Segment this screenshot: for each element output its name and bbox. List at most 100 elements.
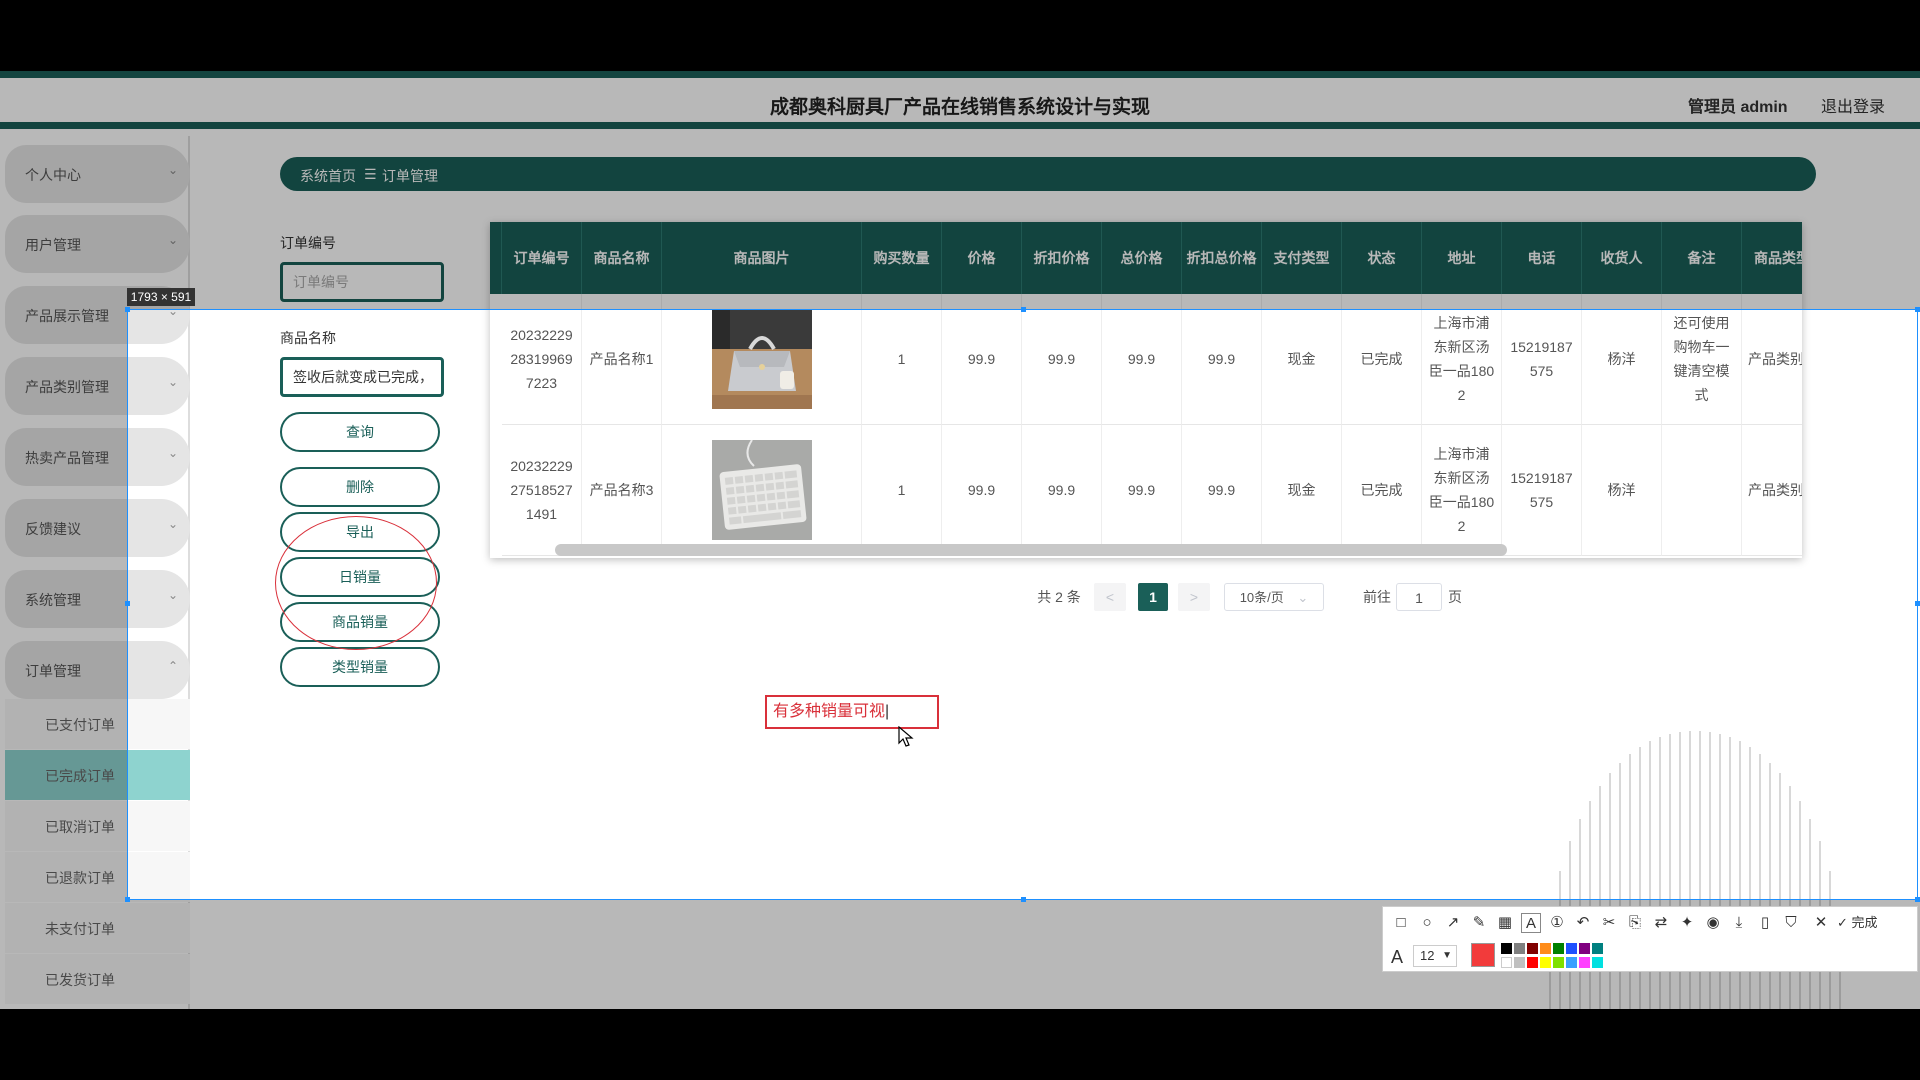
color-swatch[interactable]	[1592, 943, 1603, 954]
column-header[interactable]: 状态	[1342, 222, 1422, 294]
sidebar-subitem-unpaid[interactable]: 未支付订单	[5, 903, 190, 953]
sidebar-item-label: 订单管理	[25, 663, 81, 679]
undo-icon[interactable]: ↶	[1573, 913, 1593, 933]
color-swatch[interactable]	[1592, 957, 1603, 968]
annotation-text: 有多种销量可视	[773, 703, 886, 720]
color-swatch[interactable]	[1514, 957, 1525, 968]
column-header[interactable]: 支付类型	[1262, 222, 1342, 294]
column-header[interactable]: 备注	[1662, 222, 1742, 294]
resize-handle[interactable]	[1021, 307, 1026, 312]
sidebar-subitem-label: 已支付订单	[45, 717, 115, 733]
sidebar-item-label: 产品展示管理	[25, 308, 109, 324]
resize-handle[interactable]	[1021, 897, 1026, 902]
done-label: 完成	[1851, 915, 1878, 930]
sidebar-item-users[interactable]: 用户管理 ⌄	[5, 215, 190, 273]
column-header[interactable]: 折扣总价格	[1182, 222, 1262, 294]
order-no-label: 订单编号	[280, 235, 336, 251]
font-size-select[interactable]: 12 ▼	[1413, 945, 1457, 967]
resize-handle[interactable]	[1915, 307, 1920, 312]
ocr-icon[interactable]: ⎘	[1625, 913, 1645, 933]
resize-handle[interactable]	[125, 601, 130, 606]
admin-label[interactable]: 管理员 admin	[1688, 93, 1788, 117]
color-swatch[interactable]	[1553, 943, 1564, 954]
color-swatch[interactable]	[1501, 957, 1512, 968]
crop-icon[interactable]: ✂	[1599, 913, 1619, 933]
rectangle-tool-icon[interactable]: □	[1391, 913, 1411, 933]
table-header-gutter	[490, 222, 502, 294]
column-header[interactable]: 订单编号	[502, 222, 582, 294]
header-top-bar	[0, 71, 1920, 78]
column-header[interactable]: 总价格	[1102, 222, 1182, 294]
order-no-input[interactable]: 订单编号	[280, 262, 444, 302]
text-tool-icon[interactable]: A	[1521, 913, 1541, 933]
sidebar-subitem-label: 未支付订单	[45, 921, 115, 937]
color-swatch[interactable]	[1553, 957, 1564, 968]
resize-handle[interactable]	[125, 307, 130, 312]
color-swatch[interactable]	[1579, 943, 1590, 954]
column-header[interactable]: 商品图片	[662, 222, 862, 294]
sidebar-subitem-label: 已发货订单	[45, 972, 115, 988]
sidebar-item-label: 反馈建议	[25, 521, 81, 537]
column-header[interactable]: 折扣价格	[1022, 222, 1102, 294]
sidebar-subitem-label: 已取消订单	[45, 819, 115, 835]
bookmark-icon[interactable]: ⛉	[1781, 913, 1801, 933]
breadcrumb-home-link[interactable]: 系统首页	[300, 166, 356, 186]
breadcrumb: 系统首页 ☰ 订单管理	[280, 157, 1816, 191]
sidebar-subitem-label: 已退款订单	[45, 870, 115, 886]
column-header[interactable]: 价格	[942, 222, 1022, 294]
logout-button[interactable]: 退出登录	[1821, 93, 1885, 117]
sidebar-item-label: 用户管理	[25, 237, 81, 253]
sidebar-item-profile[interactable]: 个人中心 ⌄	[5, 145, 190, 203]
column-header[interactable]: 商品类型	[1742, 222, 1802, 294]
color-swatch[interactable]	[1501, 943, 1512, 954]
sidebar-subitem-shipped[interactable]: 已发货订单	[5, 954, 190, 1004]
resize-handle[interactable]	[1915, 897, 1920, 902]
ellipse-tool-icon[interactable]: ○	[1417, 913, 1437, 933]
breadcrumb-current: 订单管理	[382, 168, 438, 184]
sidebar-item-label: 系统管理	[25, 592, 81, 608]
menu-icon: ☰	[364, 166, 377, 182]
current-color-swatch[interactable]	[1471, 943, 1495, 967]
column-header[interactable]: 地址	[1422, 222, 1502, 294]
check-icon: ✓	[1837, 915, 1848, 930]
number-tool-icon[interactable]: ①	[1547, 913, 1567, 933]
close-icon[interactable]: ✕	[1811, 913, 1831, 933]
snip-toolbar: □ ○ ↗ ✎ ▦ A ① ↶ ✂ ⎘ ⇄ ✦ ◉ ⤓ ▯ ⛉ ✕ ✓ 完成 A…	[1382, 906, 1918, 972]
column-header[interactable]: 电话	[1502, 222, 1582, 294]
color-swatch[interactable]	[1514, 943, 1525, 954]
color-swatch[interactable]	[1566, 943, 1577, 954]
pin-icon[interactable]: ✦	[1677, 913, 1697, 933]
phone-icon[interactable]: ▯	[1755, 913, 1775, 933]
screen-recording-frame: 成都奥科厨具厂产品在线销售系统设计与实现 管理员 admin 退出登录 个人中心…	[0, 0, 1920, 1080]
color-swatch[interactable]	[1566, 957, 1577, 968]
app-window: 成都奥科厨具厂产品在线销售系统设计与实现 管理员 admin 退出登录 个人中心…	[0, 71, 1920, 1009]
color-swatch[interactable]	[1579, 957, 1590, 968]
resize-handle[interactable]	[1915, 601, 1920, 606]
selection-size-label: 1793 × 591	[127, 288, 195, 306]
chevron-down-icon: ▼	[1442, 950, 1452, 961]
resize-handle[interactable]	[125, 897, 130, 902]
annotation-circle[interactable]	[275, 516, 437, 650]
color-swatch[interactable]	[1540, 943, 1551, 954]
mosaic-tool-icon[interactable]: ▦	[1495, 913, 1515, 933]
color-swatch[interactable]	[1527, 957, 1538, 968]
sidebar-item-label: 产品类别管理	[25, 379, 109, 395]
record-icon[interactable]: ◉	[1703, 913, 1723, 933]
color-swatch[interactable]	[1540, 957, 1551, 968]
sidebar-item-label: 个人中心	[25, 167, 81, 183]
sidebar-subitem-label: 已完成订单	[45, 768, 115, 784]
column-header[interactable]: 商品名称	[582, 222, 662, 294]
chevron-down-icon: ⌄	[167, 233, 178, 247]
font-icon: A	[1391, 947, 1404, 967]
chevron-down-icon: ⌄	[167, 163, 178, 177]
color-swatch[interactable]	[1527, 943, 1538, 954]
pen-tool-icon[interactable]: ✎	[1469, 913, 1489, 933]
translate-icon[interactable]: ⇄	[1651, 913, 1671, 933]
arrow-tool-icon[interactable]: ↗	[1443, 913, 1463, 933]
font-size-value: 12	[1420, 948, 1435, 963]
done-button[interactable]: ✓ 完成	[1837, 913, 1913, 933]
download-icon[interactable]: ⤓	[1729, 913, 1749, 933]
column-header[interactable]: 收货人	[1582, 222, 1662, 294]
column-header[interactable]: 购买数量	[862, 222, 942, 294]
annotation-text-box[interactable]: 有多种销量可视|	[765, 695, 939, 729]
